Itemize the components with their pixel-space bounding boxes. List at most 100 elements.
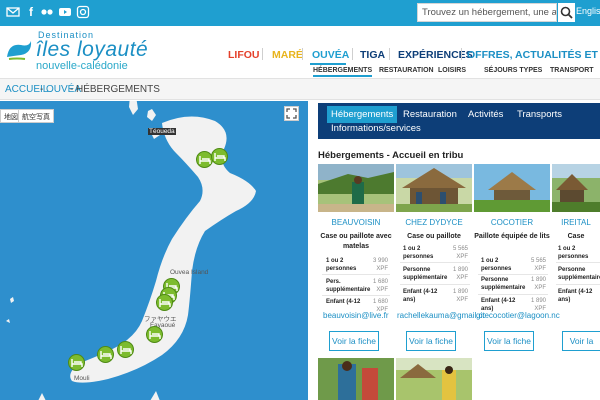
top-bar: f Trouvez un hébergement, une activité, …	[0, 0, 600, 26]
row-divider	[556, 262, 600, 263]
card-email[interactable]: beauvoisin@live.fr	[323, 311, 397, 320]
nav-mare[interactable]: MARÉ	[272, 49, 303, 61]
card-photo[interactable]	[396, 358, 472, 400]
nav-tiga[interactable]: TIGA	[360, 49, 385, 61]
flickr-icon[interactable]	[40, 4, 54, 20]
card-photo-cocotier[interactable]	[474, 164, 550, 212]
nav-offres[interactable]: OFFRES, ACTUALITÉS ET ÉVÉNEMENTS	[467, 49, 600, 61]
price-label: Personne supplémentaire	[403, 267, 448, 281]
price-label: 1 ou 2 personnes	[326, 258, 357, 272]
card-email[interactable]: gitecocotier@lagoon.nc	[476, 311, 566, 320]
bed-icon	[149, 331, 161, 339]
row-divider	[322, 274, 390, 275]
price-label: Personne supplémentaire	[558, 267, 600, 281]
price-label: 1 ou 2 personnes	[403, 246, 434, 260]
row-divider	[556, 284, 600, 285]
bed-icon	[214, 153, 226, 161]
section-title: Hébergements - Accueil en tribu	[318, 150, 464, 161]
language-selector[interactable]: English (	[576, 6, 600, 20]
island-shape	[6, 101, 256, 400]
tab-hebergements[interactable]: Hébergements	[327, 106, 398, 123]
nav-active-indicator	[310, 63, 346, 65]
price-label: Pers. supplémentaire	[326, 279, 371, 293]
search-input[interactable]: Trouvez un hébergement, une activité, u	[417, 3, 557, 22]
email-icon[interactable]	[6, 4, 20, 20]
voir-fiche-button[interactable]: Voir la fiche	[484, 331, 534, 351]
nav-separator	[262, 48, 263, 60]
bed-icon	[159, 299, 171, 307]
category-tabs: Hébergements Restauration Activités Tran…	[318, 103, 600, 139]
breadcrumb-separator: -	[40, 84, 44, 95]
youtube-icon[interactable]	[58, 4, 72, 20]
row-divider	[478, 274, 548, 275]
search-button[interactable]	[558, 3, 575, 22]
logo-subtitle: nouvelle-calédonie	[36, 60, 128, 72]
price-label: Enfant (4-12 ans)	[403, 289, 438, 303]
map[interactable]: 地図 航空写真 Téoueda Ouvea Island ファヤウエ Fayao…	[0, 101, 308, 400]
card-photo-beauvoisin[interactable]	[318, 164, 394, 212]
nav-separator	[389, 48, 390, 60]
subnav-sejours-types[interactable]: SÉJOURS TYPES	[484, 67, 542, 74]
bed-icon	[199, 156, 211, 164]
card-email[interactable]: rachellekauma@gmail.com	[397, 311, 485, 320]
price-label: 1 ou 2 personnes	[558, 246, 589, 260]
price-value: 5 565 XPF	[530, 258, 546, 272]
card-name[interactable]: COCOTIER	[474, 218, 550, 227]
nav-separator	[352, 48, 353, 60]
price-value: 5 565 XPF	[452, 246, 468, 260]
nav-lifou[interactable]: LIFOU	[228, 49, 260, 61]
instagram-icon[interactable]	[76, 4, 90, 20]
voir-fiche-button[interactable]: Voir la	[562, 331, 600, 351]
voir-fiche-button[interactable]: Voir la fiche	[329, 331, 379, 351]
map-type-satellite[interactable]: 航空写真	[18, 109, 54, 123]
card-name[interactable]: BEAUVOISIN	[318, 218, 394, 227]
row-divider	[400, 262, 470, 263]
map-label: Téoueda	[148, 128, 176, 135]
breadcrumb-current: HÉBERGEMENTS	[76, 84, 160, 95]
tab-informations[interactable]: Informations/services	[331, 123, 421, 134]
card-type: Case ou paillote avec matelas	[320, 233, 392, 250]
nav-separator	[302, 48, 303, 60]
card-photo-chez-dydyce[interactable]	[396, 164, 472, 212]
map-marker[interactable]	[68, 354, 85, 371]
bed-icon	[71, 359, 83, 367]
search-icon	[560, 6, 573, 19]
subnav-loisirs[interactable]: LOISIRS	[438, 67, 466, 74]
breadcrumb-separator: -	[70, 84, 74, 95]
nav-ouvea[interactable]: OUVÉA	[312, 49, 349, 61]
map-label: Mouli	[74, 375, 90, 382]
map-marker[interactable]	[211, 148, 228, 165]
voir-fiche-button[interactable]: Voir la fiche	[406, 331, 456, 351]
map-marker[interactable]	[146, 326, 163, 343]
logo-wave-icon	[7, 41, 32, 60]
tab-restauration[interactable]: Restauration	[403, 109, 457, 120]
card-photo-ireital[interactable]	[552, 164, 600, 212]
price-value: 1 890 XPF	[452, 289, 468, 303]
card-name[interactable]: CHEZ DYDYCE	[396, 218, 472, 227]
subnav-hebergements[interactable]: HÉBERGEMENTS	[313, 67, 373, 77]
breadcrumb: ACCUEIL - OUVÉA - HÉBERGEMENTS	[0, 78, 600, 100]
bed-icon	[100, 351, 112, 359]
tab-transports[interactable]: Transports	[517, 109, 562, 120]
facebook-icon[interactable]: f	[24, 4, 38, 20]
map-marker[interactable]	[156, 294, 173, 311]
fullscreen-icon[interactable]	[284, 106, 299, 121]
card-type: Paillote équipée de lits	[474, 233, 550, 240]
map-marker[interactable]	[97, 346, 114, 363]
subnav-transport[interactable]: TRANSPORT	[550, 67, 594, 74]
price-value: 1 680 XPF	[372, 279, 388, 293]
row-divider	[400, 284, 470, 285]
nav-separator	[461, 48, 462, 60]
card-photo[interactable]	[318, 358, 394, 400]
map-marker[interactable]	[117, 341, 134, 358]
price-label: Enfant (4-12 ans)	[558, 289, 593, 303]
map-label: Ouvea Island	[170, 269, 209, 276]
row-divider	[478, 294, 548, 295]
subnav-restauration[interactable]: RESTAURATION	[379, 67, 434, 74]
price-value: 1 890 XPF	[530, 277, 546, 291]
card-name[interactable]: IREITAL	[552, 218, 600, 227]
row-divider	[322, 295, 390, 296]
logo-title[interactable]: îles loyauté	[36, 38, 148, 62]
tab-activites[interactable]: Activités	[468, 109, 503, 120]
header: Destination îles loyauté nouvelle-calédo…	[0, 26, 600, 78]
